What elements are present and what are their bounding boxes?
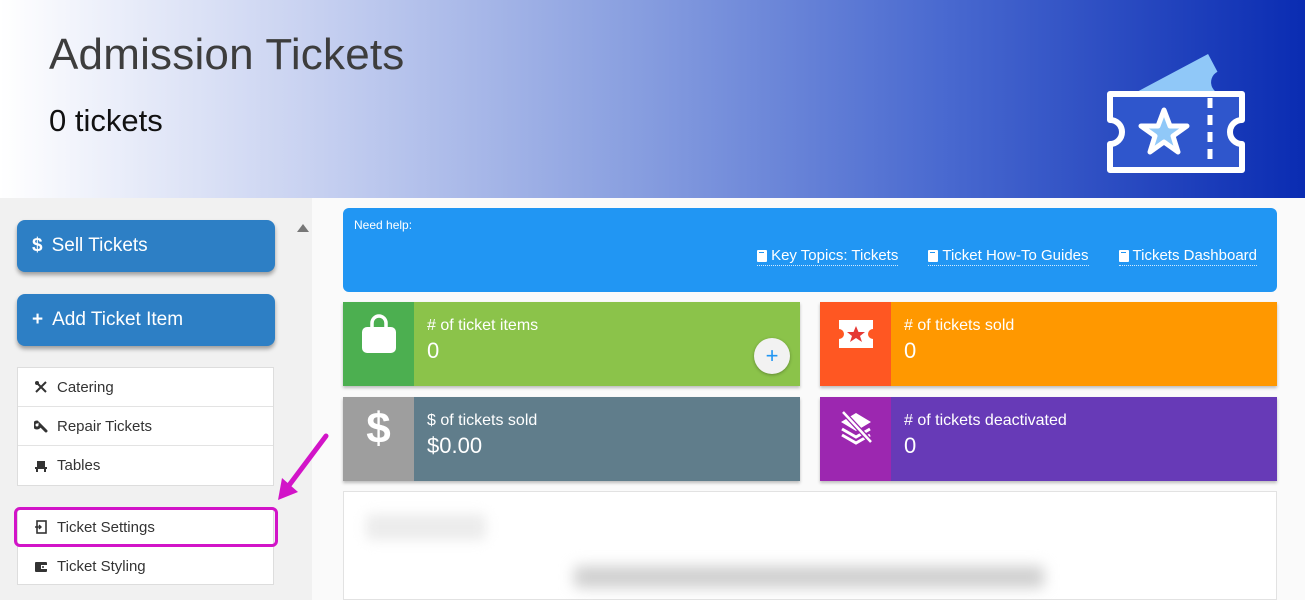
stat-label: # of tickets deactivated [904, 412, 1067, 429]
page-title: Admission Tickets [49, 30, 405, 79]
sidebar-item-ticket-styling[interactable]: Ticket Styling [18, 547, 273, 586]
stat-icon-box: $ [343, 397, 414, 481]
add-ticket-item-plus-button[interactable]: + [754, 338, 790, 374]
blurred-heading [366, 514, 486, 540]
plus-icon: + [32, 309, 44, 330]
stat-card-tickets-deactivated: # of tickets deactivated 0 [820, 397, 1277, 481]
help-link-label: Key Topics: Tickets [771, 247, 899, 264]
sidebar-item-label: Tables [57, 457, 101, 474]
help-title: Need help: [354, 218, 413, 232]
dollar-icon: $ [32, 235, 43, 256]
help-link-dashboard[interactable]: Tickets Dashboard [1118, 247, 1258, 266]
stat-icon-box [820, 302, 891, 386]
stat-body: $ of tickets sold $0.00 [414, 397, 800, 481]
stat-value: 0 [427, 338, 440, 363]
settings-door-icon [33, 520, 49, 534]
stat-body: # of tickets sold 0 [891, 302, 1277, 386]
sidebar-item-catering[interactable]: Catering [18, 368, 273, 407]
stat-body: # of ticket items 0 + [414, 302, 800, 386]
stat-card-tickets-sold: # of tickets sold 0 [820, 302, 1277, 386]
stat-label: $ of tickets sold [427, 412, 538, 429]
help-panel: Need help: Key Topics: Tickets Ticket Ho… [343, 208, 1277, 292]
sidebar-item-label: Catering [57, 378, 114, 396]
stat-label: # of ticket items [427, 317, 539, 334]
stat-icon-box [343, 302, 414, 386]
book-icon [1118, 249, 1129, 262]
add-ticket-item-label: Add Ticket Item [52, 309, 184, 330]
dollar-icon: $ [366, 404, 391, 453]
annotation-arrow-icon [278, 433, 329, 500]
ticket-count: 0 tickets [49, 103, 163, 138]
stat-label: # of tickets sold [904, 317, 1015, 334]
sidebar-item-label: Repair Tickets [57, 417, 153, 435]
sidebar-menu-apps: Catering Repair Tickets Tables [17, 367, 274, 486]
stat-value: 0 [904, 433, 917, 458]
stat-card-dollars-sold: $ $ of tickets sold $0.00 [343, 397, 800, 481]
fork-knife-icon [33, 380, 49, 394]
book-icon [928, 249, 939, 262]
help-link-label: Ticket How-To Guides [942, 247, 1089, 264]
stat-icon-box [820, 397, 891, 481]
help-links: Key Topics: Tickets Ticket How-To Guides… [757, 247, 1257, 266]
sidebar-item-ticket-settings[interactable]: Ticket Settings [18, 508, 273, 547]
page-header: Admission Tickets 0 tickets [0, 0, 1305, 198]
layers-off-icon [840, 410, 873, 445]
blurred-text [574, 566, 1044, 588]
sidebar-item-repair-tickets[interactable]: Repair Tickets [18, 407, 273, 446]
chair-icon [33, 459, 49, 473]
sell-tickets-button[interactable]: $ Sell Tickets [17, 220, 275, 272]
content-panel [343, 491, 1277, 600]
sidebar-item-label: Ticket Styling [57, 558, 146, 575]
help-link-how-to-guides[interactable]: Ticket How-To Guides [928, 247, 1089, 266]
stat-body: # of tickets deactivated 0 [891, 397, 1277, 481]
stat-card-ticket-items: # of ticket items 0 + [343, 302, 800, 386]
add-ticket-item-button[interactable]: + Add Ticket Item [17, 294, 275, 346]
shopping-bag-icon [361, 314, 396, 353]
ticket-star-icon [1107, 54, 1245, 173]
sidebar-item-tables[interactable]: Tables [18, 446, 273, 485]
ticket-star-icon [838, 320, 873, 348]
help-link-key-topics[interactable]: Key Topics: Tickets [757, 247, 899, 266]
scroll-up-arrow-icon[interactable] [297, 224, 309, 232]
wallet-icon [33, 561, 49, 573]
wrench-icon [33, 419, 49, 434]
help-link-label: Tickets Dashboard [1132, 247, 1258, 264]
sidebar-item-label: Ticket Settings [57, 518, 155, 536]
sidebar-menu-settings: Ticket Settings Ticket Styling [17, 507, 274, 585]
sell-tickets-label: Sell Tickets [51, 235, 148, 256]
stat-value: $0.00 [427, 433, 483, 458]
stat-value: 0 [904, 338, 917, 363]
book-icon [757, 249, 768, 262]
